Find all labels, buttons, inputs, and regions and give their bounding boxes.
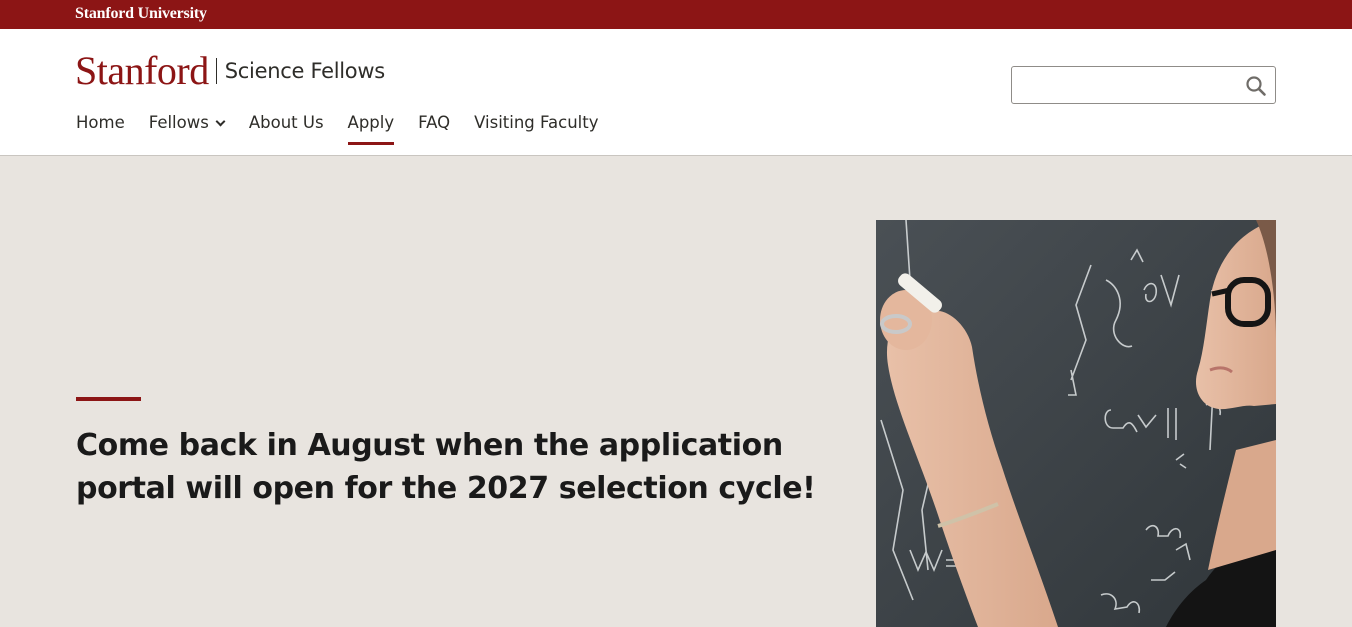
stanford-wordmark[interactable]: Stanford <box>75 51 209 91</box>
site-header: Stanford Science Fellows Home Fellows Ab… <box>0 29 1352 156</box>
site-name[interactable]: Science Fellows <box>225 59 385 83</box>
headline-accent-bar <box>76 397 141 401</box>
nav-item-home[interactable]: Home <box>76 113 125 136</box>
nav-item-fellows[interactable]: Fellows <box>148 113 226 136</box>
global-topbar: Stanford University <box>0 0 1352 29</box>
hero-section: Come back in August when the application… <box>0 156 1352 627</box>
nav-item-fellows-label: Fellows <box>148 113 209 132</box>
site-brand[interactable]: Stanford Science Fellows <box>75 49 385 93</box>
brand-divider <box>215 58 217 84</box>
chevron-down-icon[interactable] <box>215 116 226 127</box>
main-nav: Home Fellows About Us Apply FAQ Visiting… <box>76 113 598 145</box>
nav-item-about-us[interactable]: About Us <box>249 113 324 136</box>
search-box <box>1011 66 1276 104</box>
nav-item-visiting-faculty[interactable]: Visiting Faculty <box>474 113 598 136</box>
chalkboard-photo-icon <box>876 220 1276 627</box>
search-input[interactable] <box>1018 72 1238 98</box>
search-icon <box>1246 76 1266 96</box>
nav-item-faq[interactable]: FAQ <box>418 113 450 136</box>
nav-item-apply[interactable]: Apply <box>347 113 394 145</box>
stanford-university-link[interactable]: Stanford University <box>75 5 207 23</box>
hero-photo <box>876 220 1276 627</box>
hero-headline: Come back in August when the application… <box>76 428 816 506</box>
search-button[interactable] <box>1245 75 1267 97</box>
